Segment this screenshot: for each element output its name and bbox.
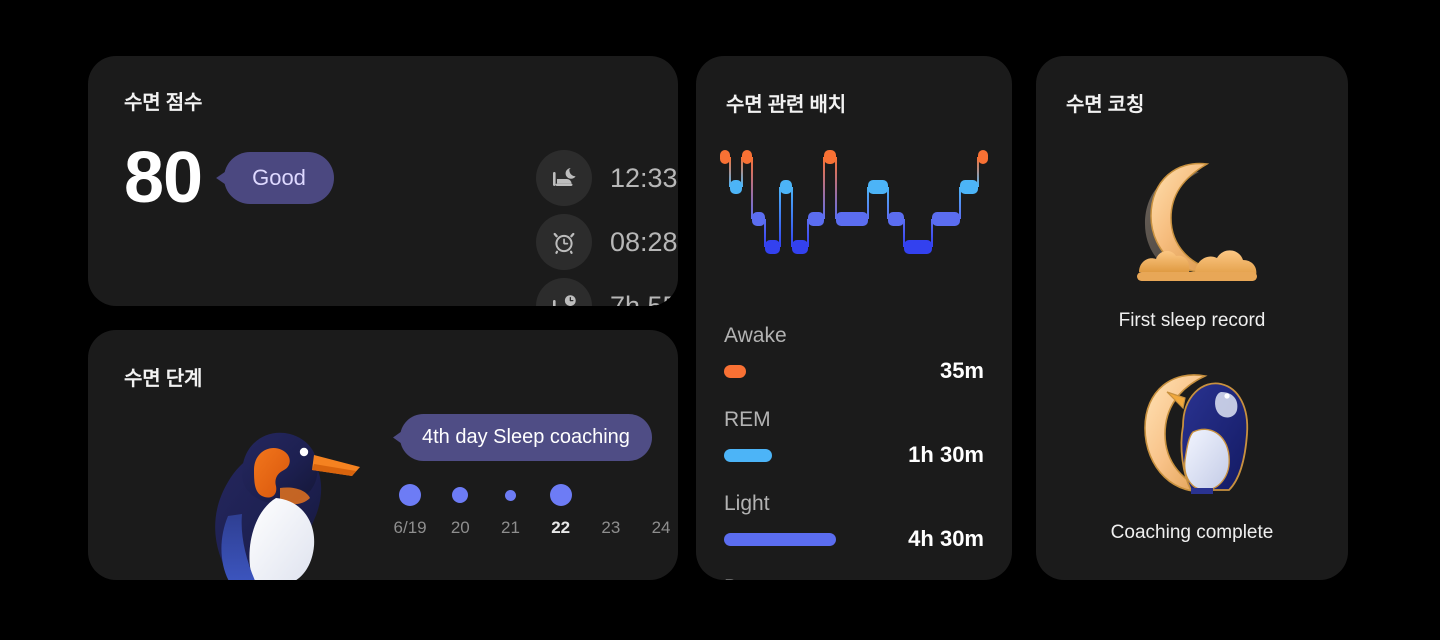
legend-item-rem: REM 1h 30m — [724, 408, 984, 468]
coaching-day-dot-slot — [399, 478, 422, 512]
badge-first-sleep-record[interactable]: First sleep record — [1036, 154, 1348, 332]
hypnogram-segment-awake — [720, 150, 730, 164]
coaching-day-label: 20 — [450, 518, 470, 537]
coaching-day-dot — [399, 484, 422, 506]
coaching-day-dot-slot — [504, 478, 516, 512]
sleep-coaching-title: 수면 코칭 — [1066, 94, 1145, 116]
hypnogram-segment-awake — [742, 150, 752, 164]
coaching-day-label: 6/19 — [393, 518, 427, 537]
legend-bottom-row: 35m — [724, 358, 984, 384]
hypnogram-segment-rem — [780, 180, 792, 194]
coaching-day-dot-slot — [452, 478, 469, 512]
metric-duration: 7h 55m — [536, 278, 678, 306]
coaching-day-dot — [549, 484, 572, 506]
legend-duration-value: 35m — [939, 358, 984, 383]
metric-wake-time-value: 08:28 — [610, 226, 678, 257]
hypnogram-connector — [791, 187, 793, 247]
legend-bottom-row: 4h 30m — [724, 526, 984, 552]
sleep-stages-title: 수면 단계 — [124, 368, 203, 390]
bed-clock-icon — [536, 278, 592, 306]
bed-moon-icon — [536, 150, 592, 206]
sleep-quality-badge: Good — [224, 152, 334, 204]
hypnogram-legend: Awake 35m REM 1h 30m Light 4h 30m Deep55mins — [724, 324, 984, 580]
legend-item-awake: Awake 35m — [724, 324, 984, 384]
sleep-score-value: 80 — [124, 138, 203, 218]
legend-duration-bar — [724, 364, 746, 378]
hypnogram-segment-rem — [868, 180, 888, 194]
crescent-moon-clouds-icon — [1036, 154, 1348, 302]
hypnogram-connector — [867, 187, 869, 219]
hypnogram-segment-light — [808, 212, 824, 226]
legend-stage-name: Awake — [724, 324, 787, 347]
hypnogram-connector — [887, 187, 889, 219]
badge-first-sleep-record-caption: First sleep record — [1118, 310, 1266, 331]
sleep-score-card[interactable]: 수면 점수 80 Good 12:33 08:28 7h 55 — [88, 56, 678, 306]
coaching-day-columns: 6/19202122232425 — [385, 478, 678, 538]
score-row: 80 Good — [124, 142, 334, 214]
hypnogram-connector — [835, 157, 837, 219]
metric-bedtime: 12:33 — [536, 150, 678, 206]
hypnogram-segment-awake — [978, 150, 988, 164]
coaching-day-label: 23 — [601, 518, 621, 537]
coaching-day-20[interactable]: 20 — [435, 478, 485, 538]
sleep-stages-card[interactable]: 수면 단계 4th day Sleep coaching 6/19 20 21 … — [88, 330, 678, 580]
coaching-day-label: 22 — [551, 518, 571, 537]
hypnogram-segment-deep — [904, 240, 932, 254]
coaching-day-label: 24 — [651, 518, 671, 537]
coaching-day-22[interactable]: 22 — [536, 478, 586, 538]
legend-stage-name: Deep — [724, 576, 984, 580]
coaching-day-dot-slot — [549, 478, 572, 512]
sleep-hypnogram-title: 수면 관련 배치 — [726, 94, 846, 116]
penguin-moon-icon — [1036, 366, 1348, 514]
hypnogram-chart — [720, 142, 988, 262]
sleep-score-title: 수면 점수 — [124, 92, 203, 114]
hypnogram-segment-deep — [792, 240, 808, 254]
coaching-day-6-19[interactable]: 6/19 — [385, 478, 435, 538]
legend-stage-name: Light — [724, 492, 770, 515]
coaching-day-24[interactable]: 24 — [636, 478, 678, 538]
sleep-hypnogram-card[interactable]: 수면 관련 배치 Awake 35m REM 1h 30m Light 4h 30m Dee… — [696, 56, 1012, 580]
coaching-day-23[interactable]: 23 — [586, 478, 636, 538]
coaching-day-bubble: 4th day Sleep coaching — [400, 414, 652, 461]
legend-stage-name: REM — [724, 408, 771, 431]
hypnogram-segment-light — [932, 212, 960, 226]
legend-duration-bar — [724, 532, 836, 546]
badge-coaching-complete-caption: Coaching complete — [1110, 522, 1274, 543]
coaching-day-21[interactable]: 21 — [485, 478, 535, 538]
hypnogram-segment-awake — [824, 150, 836, 164]
legend-duration-bar — [724, 448, 772, 462]
alarm-clock-icon — [536, 214, 592, 270]
hypnogram-segment-deep — [765, 240, 780, 254]
sleep-metrics-list: 12:33 08:28 7h 55 — [536, 150, 678, 306]
hypnogram-segment-light — [752, 212, 765, 226]
hypnogram-connector — [959, 187, 961, 219]
legend-duration-value: 1h 30m — [908, 442, 984, 467]
hypnogram-segment-light — [888, 212, 904, 226]
sleep-dashboard: 수면 점수 80 Good 12:33 08:28 7h 55 수면 단계 4t… — [0, 0, 1440, 640]
metric-duration-value: 7h 55m — [610, 290, 678, 307]
legend-bottom-row: 1h 30m — [724, 442, 984, 468]
legend-duration-value: 4h 30m — [908, 526, 984, 551]
penguin-illustration — [184, 408, 374, 580]
coaching-day-label: 21 — [501, 518, 520, 537]
legend-item-light: Light 4h 30m — [724, 492, 984, 552]
hypnogram-connector — [779, 187, 781, 247]
hypnogram-connector — [751, 157, 753, 219]
badge-coaching-complete[interactable]: Coaching complete — [1036, 366, 1348, 544]
hypnogram-segment-rem — [960, 180, 978, 194]
legend-item-deep: Deep55mins — [724, 576, 984, 580]
hypnogram-segment-rem — [730, 180, 742, 194]
hypnogram-segment-light — [836, 212, 868, 226]
metric-bedtime-value: 12:33 — [610, 162, 678, 193]
coaching-day-track: 6/19202122232425 — [385, 478, 678, 538]
sleep-coaching-card[interactable]: 수면 코칭 First sleep record Coaching comple… — [1036, 56, 1348, 580]
hypnogram-connector — [823, 157, 825, 219]
coaching-day-dot — [504, 489, 516, 501]
coaching-day-dot — [452, 487, 469, 503]
metric-wake-time: 08:28 — [536, 214, 678, 270]
